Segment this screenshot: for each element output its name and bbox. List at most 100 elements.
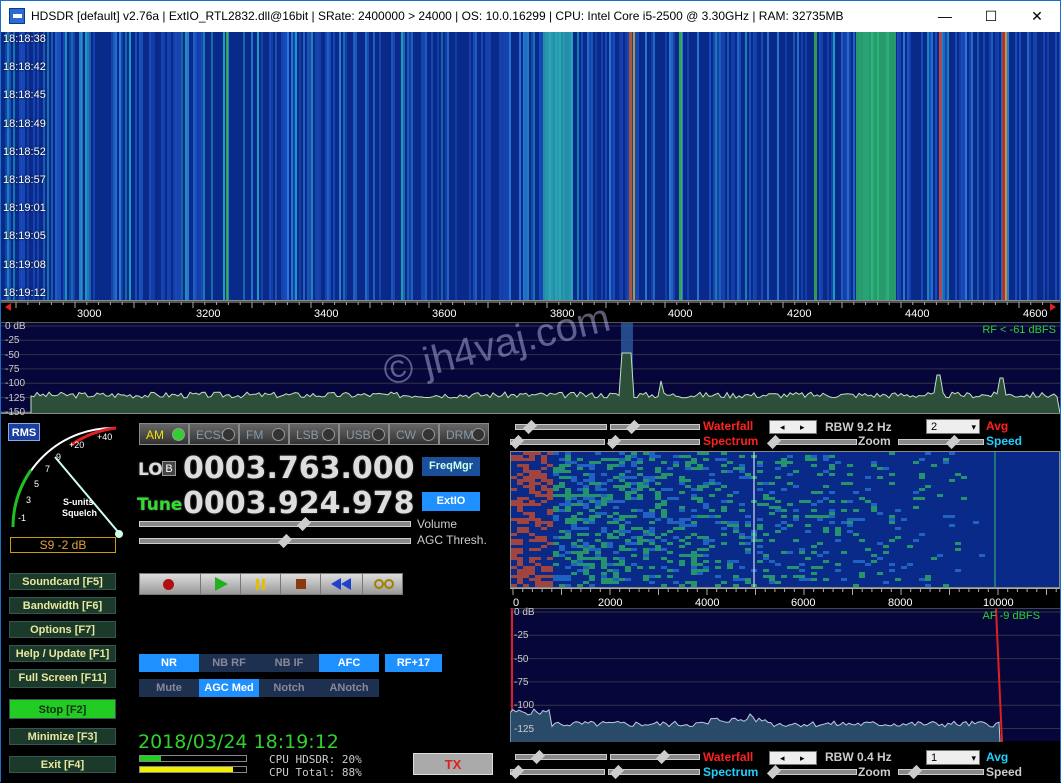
minimize-window-button[interactable]: — [922,1,968,32]
af-waterfall-label: Waterfall [703,750,754,764]
speed-slider[interactable] [898,434,984,450]
extio-button[interactable]: ExtIO [422,492,480,511]
play-button[interactable] [200,574,240,594]
window-title: HDSDR [default] v2.76a | ExtIO_RTL2832.d… [31,9,844,23]
zoom-label: Zoom [858,434,891,448]
maximize-window-button[interactable]: ☐ [968,1,1014,32]
af-panel: Waterfall Spectrum ◂ ▸ RBW 9.2 Hz Zoom 2 ▾… [506,415,1060,783]
mode-button-drm[interactable]: DRM [439,423,489,445]
af-db-label: -50 [514,653,529,665]
scale-label: 3600 [432,308,457,320]
lo-b-button[interactable]: B [162,461,176,476]
af-waterfall[interactable] [510,451,1060,588]
stop-playback-button[interactable] [280,574,320,594]
spectrum-contrast-slider[interactable] [509,434,605,450]
left-button-7[interactable]: Exit [F4] [9,756,116,773]
left-button-6[interactable]: Minimize [F3] [9,728,116,745]
hdsdr-window: HDSDR [default] v2.76a | ExtIO_RTL2832.d… [0,0,1061,783]
mode-label: FM [246,428,264,442]
left-button-0[interactable]: Soundcard [F5] [9,573,116,590]
agc-button[interactable]: AGC Med [199,679,259,697]
af-zoom-slider[interactable] [766,764,857,780]
mode-button-ecss[interactable]: ECSS [189,423,239,445]
waterfall-timestamp: 18:19:01 [3,202,46,215]
speed-label: Speed [986,434,1023,448]
lo-label: LO [138,460,163,480]
af-avg-value: 1 [931,752,938,764]
agc-threshold-slider[interactable] [139,533,411,549]
rf-spectrum[interactable]: 0 dB -25 -50 -75 -100 -125 -150 RF < -61 dBFS … [1,296,1060,418]
freqmgr-button[interactable]: FreqMgr [422,457,480,476]
spectrum-db-label: -100 [5,378,26,390]
waterfall-contrast-slider[interactable] [515,419,607,435]
avg-select[interactable]: 2 ▾ [926,419,980,434]
mode-button-usb[interactable]: USB [339,423,389,445]
mode-button-cw[interactable]: CW [389,423,439,445]
stop-icon [296,579,306,589]
spectrum-db-label: -75 [5,363,20,375]
left-button-2[interactable]: Options [F7] [9,621,116,638]
rf-waterfall[interactable]: 18:18:38 18:18:42 18:18:45 18:18:49 18:18:52… [1,32,1060,300]
af-avg-select[interactable]: 1 ▾ [926,750,980,765]
af-spectrum-contrast-slider[interactable] [509,764,605,780]
mode-label: AM [146,428,164,442]
mode-indicator-icon [422,428,435,441]
spectrum-db-label: -25 [5,335,20,347]
af-level-readout: AF -9 dBFS [982,610,1040,622]
nb-if-button[interactable]: NB IF [259,654,319,672]
mode-button-am[interactable]: AM [139,423,189,445]
waterfall-timestamp: 18:19:08 [3,258,46,271]
nb-rf-button[interactable]: NB RF [199,654,259,672]
pause-button[interactable] [240,574,280,594]
mode-button-lsb[interactable]: LSB [289,423,339,445]
notch-button[interactable]: Notch [259,679,319,697]
af-waterfall-brightness-slider[interactable] [610,749,700,765]
waterfall-brightness-slider[interactable] [610,419,700,435]
af-waterfall-graphic [511,452,996,587]
afc-button[interactable]: AFC [319,654,379,672]
chevron-down-icon: ▾ [971,422,976,432]
af-waterfall-contrast-slider[interactable] [515,749,607,765]
mode-indicator-icon [172,428,185,441]
af-speed-slider[interactable] [898,764,984,780]
left-button-4[interactable]: Full Screen [F11] [9,669,116,688]
waterfall-graphic [5,32,1060,300]
waterfall-timestamp: 18:18:57 [3,174,46,186]
rf17-button[interactable]: RF+17 [385,654,442,672]
waterfall-timestamp: 18:18:52 [3,145,46,158]
af-spectrum[interactable]: 0 dB -25 -50 -75 -100 -125 AF -9 dBFS [510,607,1060,742]
left-button-5[interactable]: Stop [F2] [9,699,116,719]
anotch-button[interactable]: ANotch [319,679,379,697]
af-db-label: -25 [514,630,529,642]
spectrum-label: Spectrum [703,434,759,448]
af-db-label: -100 [514,700,535,712]
mute-button[interactable]: Mute [139,679,199,697]
lo-frequency[interactable]: 0003.763.000 [183,451,415,486]
left-button-1[interactable]: Bandwidth [F6] [9,597,116,614]
tx-button[interactable]: TX [413,753,493,775]
close-window-button[interactable]: ✕ [1014,1,1060,32]
zoom-slider[interactable] [766,434,857,450]
spectrum-brightness-slider[interactable] [606,434,700,450]
af-rbw-readout: RBW 0.4 Hz [825,750,892,764]
tune-label: Tune [137,495,183,515]
cpu-hdsdr-bar [139,755,247,762]
af-rbw-stepper[interactable]: ◂ ▸ [769,751,817,765]
record-button[interactable] [140,574,200,594]
af-spectrum-brightness-slider[interactable] [608,764,700,780]
tune-frequency[interactable]: 0003.924.978 [183,486,415,521]
rbw-stepper[interactable]: ◂ ▸ [769,420,817,434]
nr-button[interactable]: NR [139,654,199,672]
waterfall-timestamp: 18:18:49 [3,117,46,130]
spectrum-db-label: -125 [5,392,26,404]
rewind-button[interactable] [320,574,362,594]
scale-label: 4200 [787,308,812,320]
mode-indicator-icon [372,428,385,441]
spectrum-db-label: 0 dB [5,321,26,332]
mode-button-fm[interactable]: FM [239,423,289,445]
volume-slider[interactable] [139,516,411,532]
waterfall-timestamp: 18:19:05 [3,230,46,243]
left-button-3[interactable]: Help / Update [F1] [9,645,116,662]
loop-button[interactable] [362,574,404,594]
af-frequency-scale[interactable]: 0 2000 4000 6000 8000 10000 [510,588,1060,609]
